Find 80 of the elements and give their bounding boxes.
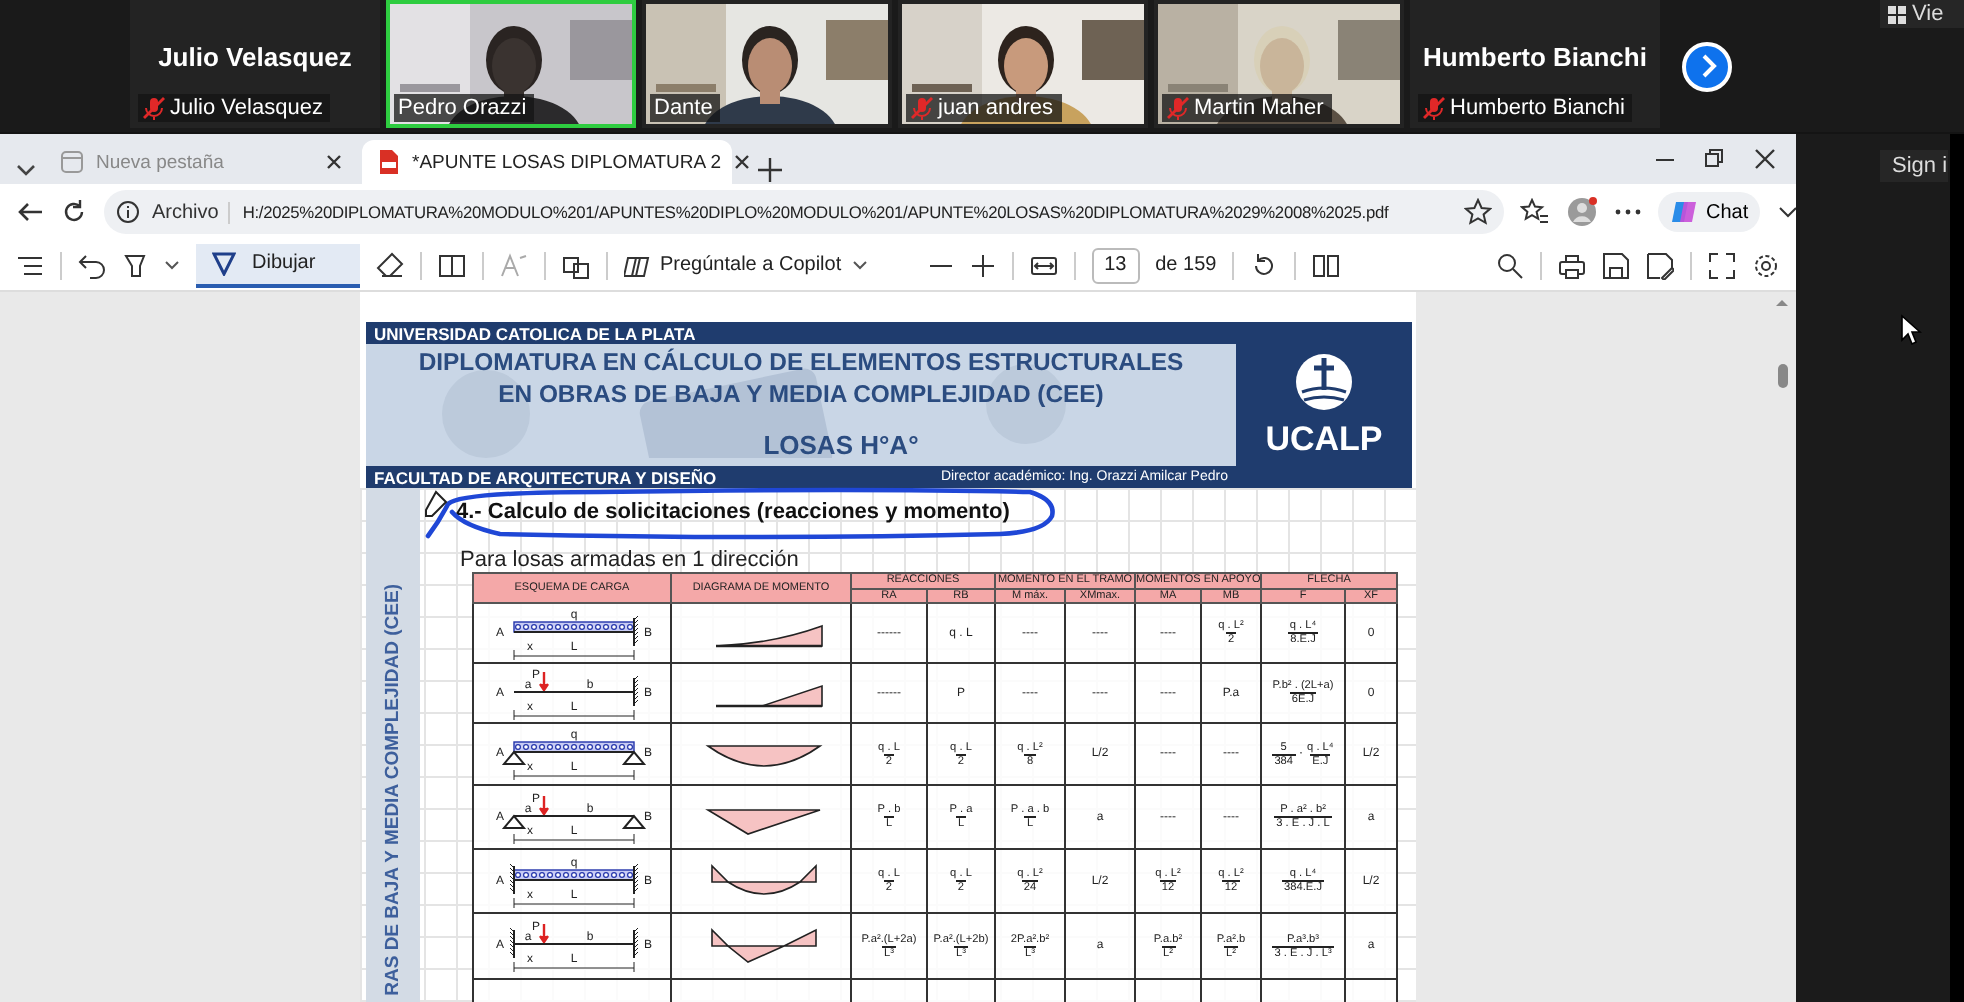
moment-diagram — [705, 808, 821, 834]
page-count: de 159 — [1155, 254, 1217, 276]
print-icon[interactable] — [1558, 251, 1586, 279]
course-title: EN OBRAS DE BAJA Y MEDIA COMPLEJIDAD (CEE) — [498, 380, 1104, 408]
moment-diagram — [711, 928, 817, 963]
address-bar[interactable]: Archivo H:/2025%20DIPLOMATURA%20MODULO%201/APUNTES%20DIPLO%20MODULO%201/APUNTE%20LOSAS%20DIPLOMATURA%2029%2008%2025.pdf — [104, 190, 1504, 234]
moment-diagram — [707, 745, 821, 767]
participant-label: Martin Maher — [1194, 96, 1324, 120]
eraser-icon[interactable] — [376, 251, 404, 279]
scroll-thumb[interactable] — [1777, 364, 1787, 388]
participant-tile[interactable]: Martin Maher — [1154, 0, 1404, 128]
page-number-field[interactable]: 13 — [1091, 247, 1140, 283]
participant-tile[interactable]: Humberto Bianchi Humberto Bianchi — [1410, 0, 1660, 128]
copilot-icon — [1670, 198, 1698, 226]
participant-label: Pedro Orazzi — [398, 96, 527, 120]
scroll-up-icon[interactable] — [1774, 296, 1790, 308]
pdf-file-icon — [374, 148, 402, 176]
sign-in-button[interactable]: Sign i — [1880, 150, 1948, 182]
contents-icon[interactable] — [16, 251, 44, 279]
subject-title: LOSAS H°A° — [763, 430, 919, 460]
page-view-icon[interactable] — [438, 251, 466, 279]
grid-icon — [1888, 5, 1906, 23]
search-icon[interactable] — [1496, 251, 1524, 279]
zoom-in-icon[interactable] — [969, 251, 996, 279]
fit-width-icon[interactable] — [1029, 251, 1058, 279]
mouse-cursor-icon — [1900, 314, 1922, 346]
highlighter-icon[interactable] — [122, 251, 148, 279]
participant-tile[interactable]: Dante — [642, 0, 892, 128]
participant-label: Julio Velasquez — [170, 96, 323, 120]
favorites-icon[interactable] — [1520, 198, 1550, 226]
intro-text: Para losas armadas en 1 dirección — [460, 548, 801, 572]
cross-emblem-icon — [1294, 351, 1354, 411]
faculty-name: FACULTAD DE ARQUITECTURA Y DISEÑO — [374, 467, 717, 487]
section-heading: 4.- Calculo de solicitaciones (reacciones y momento) — [456, 500, 1012, 524]
close-icon[interactable] — [1754, 148, 1776, 170]
new-tab-icon[interactable] — [756, 156, 784, 184]
moment-diagram — [715, 683, 823, 707]
caret-icon[interactable] — [164, 257, 180, 273]
two-page-icon[interactable] — [1312, 251, 1341, 279]
moment-diagram — [711, 863, 817, 894]
participant-label: Humberto Bianchi — [1450, 96, 1625, 120]
star-icon[interactable] — [1464, 198, 1492, 226]
participant-name: Julio Velasquez — [158, 41, 352, 71]
settings-icon[interactable] — [1752, 251, 1780, 279]
participant-tile[interactable]: Julio Velasquez Julio Velasquez — [130, 0, 380, 128]
chat-button[interactable]: Chat — [1658, 192, 1761, 232]
fullscreen-icon[interactable] — [1708, 251, 1736, 279]
undo-icon[interactable] — [78, 251, 106, 279]
participant-tile[interactable]: juan andres — [898, 0, 1148, 128]
reload-icon[interactable] — [60, 198, 88, 226]
copilot-button[interactable]: Pregúntale a Copilot — [624, 251, 868, 279]
logo-text: UCALP — [1265, 419, 1383, 459]
next-page-button[interactable] — [1682, 41, 1732, 91]
save-icon[interactable] — [1602, 251, 1630, 279]
participant-label: Dante — [654, 96, 713, 120]
beam-drawing — [509, 862, 639, 908]
participant-tile[interactable]: Pedro Orazzi — [386, 0, 636, 128]
participant-label: juan andres — [938, 96, 1053, 120]
restore-icon[interactable] — [1704, 148, 1726, 170]
course-title: DIPLOMATURA EN CÁLCULO DE ELEMENTOS ESTRUCTURALES — [418, 348, 1184, 376]
pen-icon — [212, 251, 236, 275]
close-icon[interactable] — [324, 152, 344, 172]
moment-diagram — [715, 624, 823, 647]
close-icon[interactable] — [731, 152, 752, 172]
draw-button[interactable]: Dibujar — [196, 243, 360, 287]
beam-drawing — [513, 669, 639, 720]
save-as-icon[interactable] — [1646, 251, 1674, 279]
university-banner: UNIVERSIDAD CATOLICA DE LA PLATA — [366, 322, 1236, 344]
info-icon — [116, 200, 140, 224]
participant-name: Humberto Bianchi — [1423, 41, 1647, 71]
page-icon — [58, 148, 86, 176]
back-icon[interactable] — [16, 198, 44, 226]
view-button[interactable]: Vie — [1880, 0, 1964, 28]
beam-drawing — [509, 922, 639, 973]
copilot-icon — [624, 251, 650, 279]
profile-avatar-icon[interactable] — [1566, 196, 1598, 228]
caret-icon — [851, 257, 868, 273]
side-title: RAS DE BAJA Y MEDIA COMPLEJIDAD (CEE) — [382, 584, 404, 996]
translate-icon[interactable] — [562, 251, 590, 279]
rotate-icon[interactable] — [1250, 251, 1279, 279]
